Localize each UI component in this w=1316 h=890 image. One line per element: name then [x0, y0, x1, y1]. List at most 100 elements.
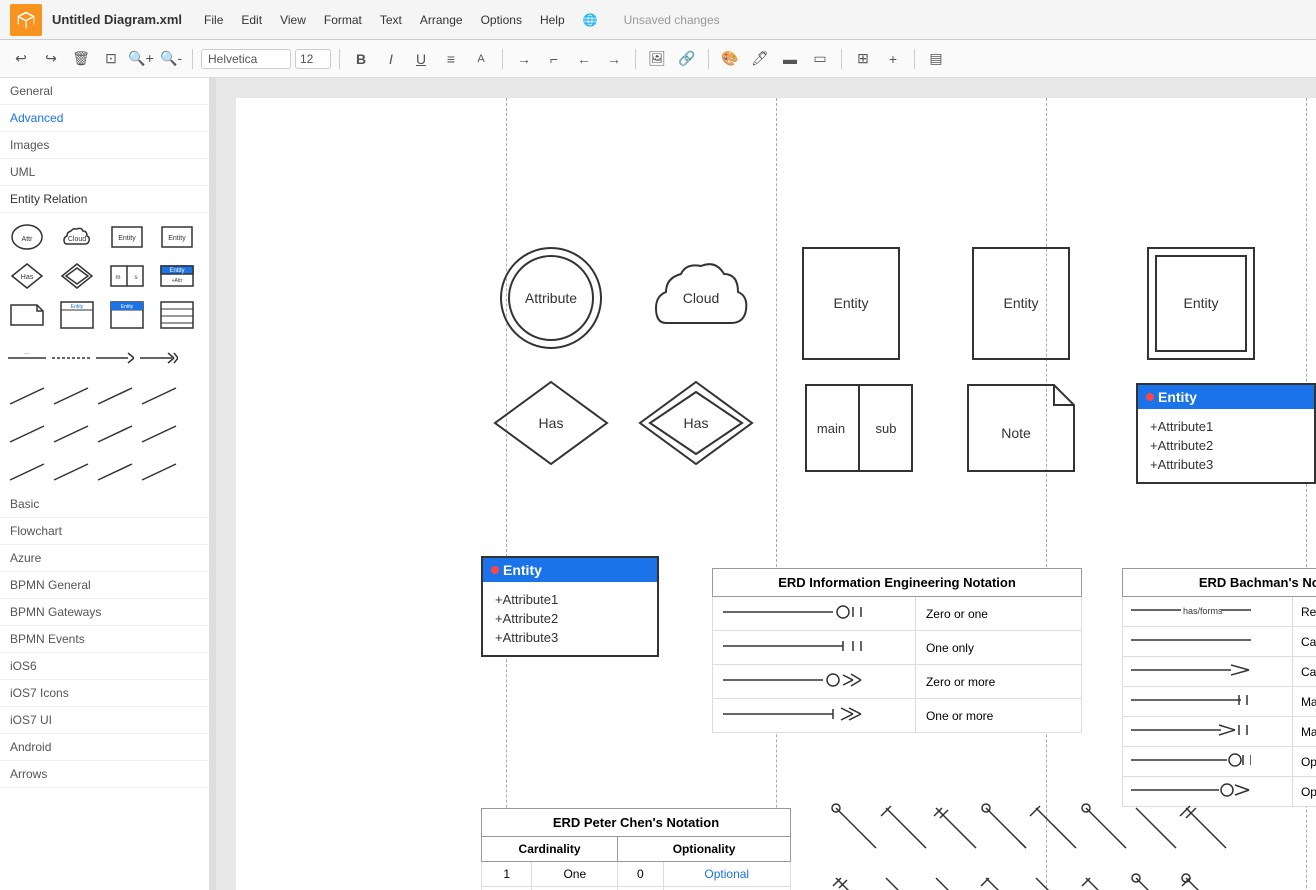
panel-button[interactable]: ▤ — [923, 46, 949, 72]
link-button[interactable]: 🔗 — [674, 46, 700, 72]
rounded-rect-button[interactable]: ▭ — [807, 46, 833, 72]
menu-format[interactable]: Format — [316, 9, 370, 31]
sidebar-item-general[interactable]: General — [0, 78, 209, 105]
sep7 — [914, 49, 915, 69]
cloud-shape[interactable]: Cloud — [646, 248, 756, 348]
menu-edit[interactable]: Edit — [233, 9, 270, 31]
sidebar-item-basic[interactable]: Basic — [0, 491, 209, 518]
canvas: Attribute Cloud Entity — [236, 98, 1316, 890]
fit-page-button[interactable]: ⊡ — [98, 46, 124, 72]
entity1-shape[interactable]: Entity — [801, 246, 901, 361]
sidebar-item-advanced[interactable]: Advanced — [0, 105, 209, 132]
er-shape-table2[interactable]: Entity — [106, 297, 148, 333]
underline-button[interactable]: U — [408, 46, 434, 72]
er-diag-10[interactable] — [50, 457, 92, 487]
er-diag-11[interactable] — [94, 457, 136, 487]
er-shape-diamond-double[interactable] — [56, 258, 98, 294]
sidebar-item-bpmn-events[interactable]: BPMN Events — [0, 626, 209, 653]
menu-text[interactable]: Text — [372, 9, 410, 31]
er-shape-cloud[interactable]: Cloud — [56, 219, 98, 255]
menu-view[interactable]: View — [272, 9, 314, 31]
er-line-1[interactable]: — — [6, 343, 48, 373]
er-shape-split-entity[interactable]: ms — [106, 258, 148, 294]
arrow-forward-button[interactable]: → — [601, 46, 627, 72]
zoom-out-button[interactable]: 🔍- — [158, 46, 184, 72]
image-button[interactable]: 🖼 — [644, 46, 670, 72]
er-shape-entity2[interactable]: Entity — [156, 219, 198, 255]
er-shape-striped[interactable] — [156, 297, 198, 333]
er-diag-3[interactable] — [94, 381, 136, 411]
er-line-2[interactable] — [50, 343, 92, 373]
er-diag-12[interactable] — [138, 457, 180, 487]
sidebar-item-ios7-icons[interactable]: iOS7 Icons — [0, 680, 209, 707]
rect-button[interactable]: ▬ — [777, 46, 803, 72]
bachman-relationship: Relationship — [1292, 597, 1316, 627]
er-shape-entity-header[interactable]: Entity+Attr — [156, 258, 198, 294]
er-diag-4[interactable] — [138, 381, 180, 411]
sidebar-item-ios6[interactable]: iOS6 — [0, 653, 209, 680]
sidebar-item-uml[interactable]: UML — [0, 159, 209, 186]
sidebar-item-flowchart[interactable]: Flowchart — [0, 518, 209, 545]
er-diag-6[interactable] — [50, 419, 92, 449]
sidebar-ios6-label: iOS6 — [10, 659, 37, 673]
er-shape-entity1[interactable]: Entity — [106, 219, 148, 255]
er-diag-5[interactable] — [6, 419, 48, 449]
entity3-shape[interactable]: Entity — [1146, 246, 1256, 361]
sidebar-item-entity-relation[interactable]: Entity Relation — [0, 186, 209, 213]
note-shape[interactable]: Note — [966, 383, 1076, 473]
menu-help[interactable]: Help — [532, 9, 573, 31]
er-shape-note[interactable] — [6, 297, 48, 333]
canvas-area[interactable]: Attribute Cloud Entity — [216, 78, 1316, 890]
undo-button[interactable]: ↩ — [8, 46, 34, 72]
add-button[interactable]: + — [880, 46, 906, 72]
sidebar-item-azure[interactable]: Azure — [0, 545, 209, 572]
fill-color-button[interactable]: 🎨 — [717, 46, 743, 72]
entity2-shape[interactable]: Entity — [971, 246, 1071, 361]
italic-button[interactable]: I — [378, 46, 404, 72]
bold-button[interactable]: B — [348, 46, 374, 72]
grid-button[interactable]: ⊞ — [850, 46, 876, 72]
er-diag-2[interactable] — [50, 381, 92, 411]
menu-arrange[interactable]: Arrange — [412, 9, 471, 31]
titlebar: Untitled Diagram.xml File Edit View Form… — [0, 0, 1316, 40]
font-color-button[interactable]: A — [468, 46, 494, 72]
align-left-button[interactable]: ≡ — [438, 46, 464, 72]
zoom-in-button[interactable]: 🔍+ — [128, 46, 154, 72]
sidebar-item-ios7-ui[interactable]: iOS7 UI — [0, 707, 209, 734]
attribute-shape[interactable]: Attribute — [496, 243, 606, 353]
arrow-back-button[interactable]: ← — [571, 46, 597, 72]
er-line-4[interactable] — [138, 343, 180, 373]
sidebar-item-images[interactable]: Images — [0, 132, 209, 159]
sidebar-general-label: General — [10, 84, 53, 98]
er-shape-table1[interactable]: Entity — [56, 297, 98, 333]
er-diag-8[interactable] — [138, 419, 180, 449]
er-diag-1[interactable] — [6, 381, 48, 411]
split-entity-shape[interactable]: main sub — [804, 383, 914, 473]
has1-shape[interactable]: Has — [491, 378, 611, 468]
entity-table-right[interactable]: Entity +Attribute1 +Attribute2 +Attribut… — [1136, 383, 1316, 548]
entity-table-left[interactable]: Entity +Attribute1 +Attribute2 +Attribut… — [481, 556, 659, 721]
er-shape-diamond[interactable]: Has — [6, 258, 48, 294]
er-diag-7[interactable] — [94, 419, 136, 449]
er-line-3[interactable] — [94, 343, 136, 373]
sidebar-item-android[interactable]: Android — [0, 734, 209, 761]
paint-button[interactable]: 🖊 — [747, 46, 773, 72]
arrow-corner-button[interactable]: ⌐ — [541, 46, 567, 72]
font-size-input[interactable] — [295, 49, 331, 69]
entity-attr2-right: +Attribute2 — [1150, 436, 1302, 455]
redo-button[interactable]: ↪ — [38, 46, 64, 72]
bachman-row-2: Cardinality (One) — [1123, 627, 1316, 657]
menu-options[interactable]: Options — [473, 9, 530, 31]
er-shape-attribute[interactable]: Attr — [6, 219, 48, 255]
has2-shape[interactable]: Has — [636, 378, 756, 468]
menu-file[interactable]: File — [196, 9, 231, 31]
er-diag-9[interactable] — [6, 457, 48, 487]
sidebar-item-arrows[interactable]: Arrows — [0, 761, 209, 788]
sidebar-item-bpmn-gateways[interactable]: BPMN Gateways — [0, 599, 209, 626]
font-name-input[interactable] — [201, 49, 291, 69]
arrow-right-button[interactable]: → — [511, 46, 537, 72]
bachman-row-5: Mandatory, Many — [1123, 717, 1316, 747]
delete-button[interactable]: 🗑 — [68, 46, 94, 72]
sidebar-item-bpmn-general[interactable]: BPMN General — [0, 572, 209, 599]
erd-ie-zero-or-more: Zero or more — [915, 665, 1081, 699]
